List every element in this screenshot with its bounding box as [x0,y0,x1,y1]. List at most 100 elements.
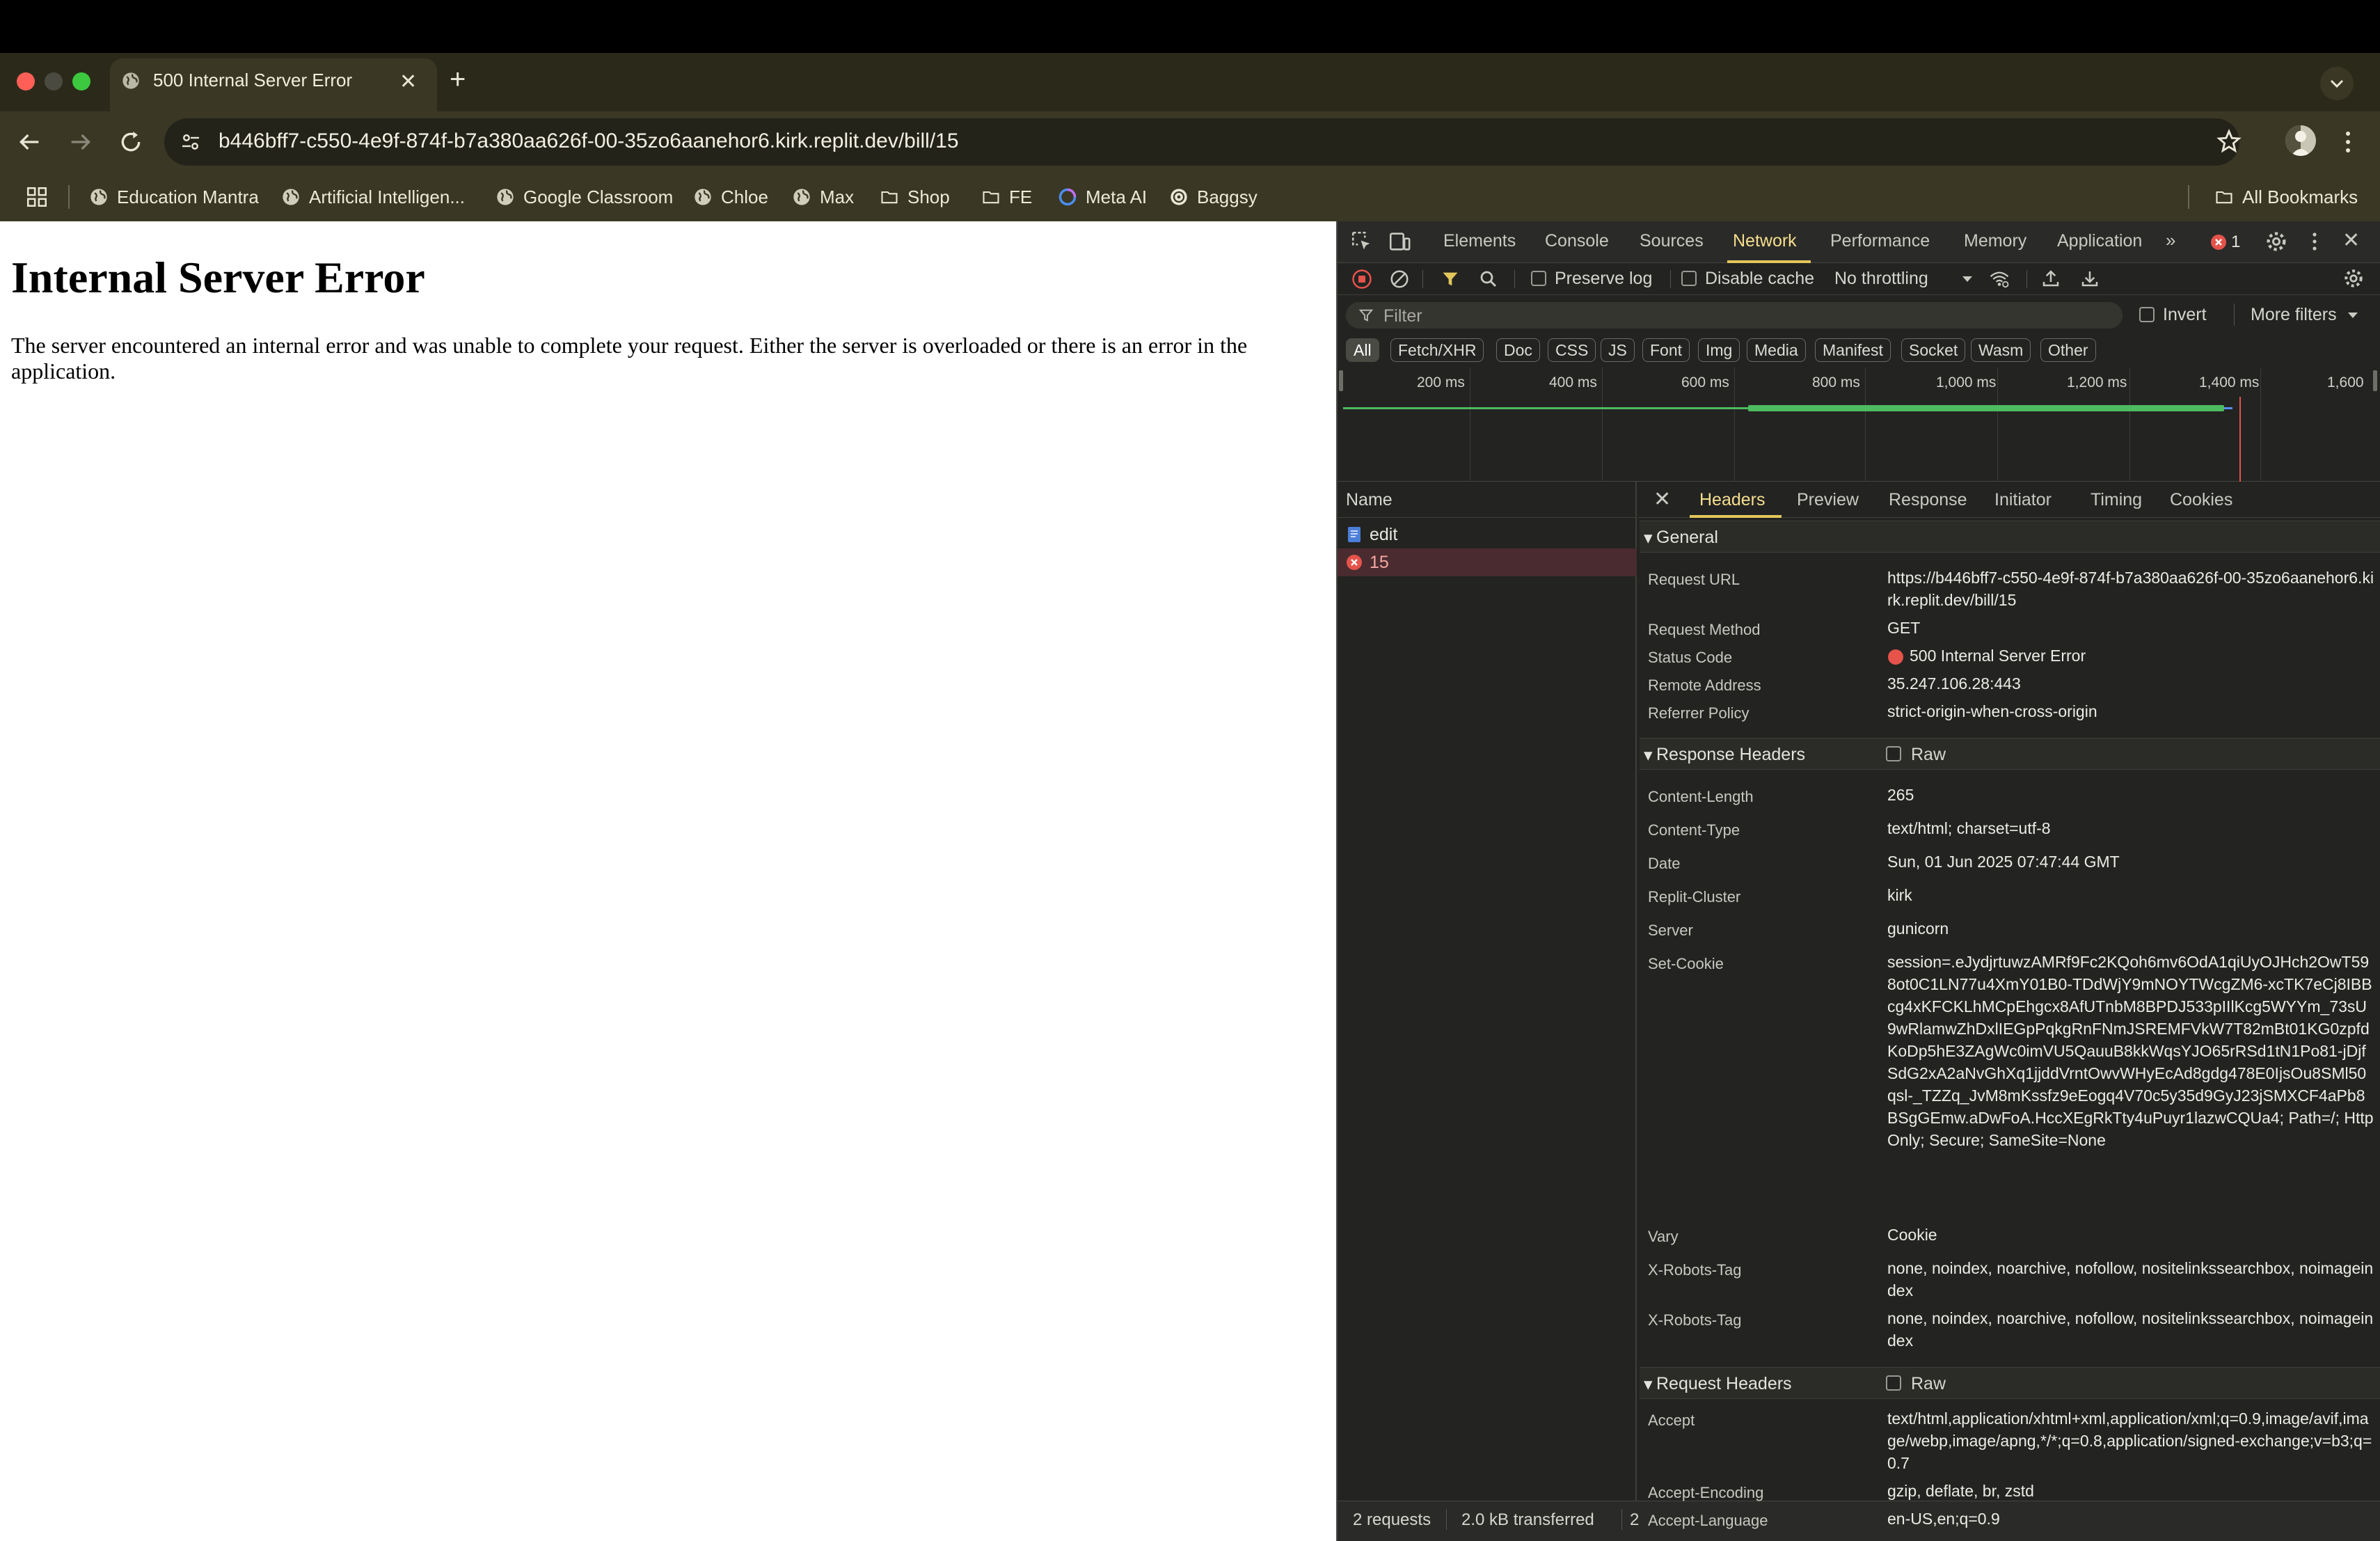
header-key: X-Robots-Tag [1648,1311,1742,1329]
globe-icon [121,71,141,90]
import-har-icon[interactable] [2040,267,2061,290]
timeline-waiting-bar [1343,407,1750,409]
filter-input[interactable] [1346,302,2123,329]
request-row-15[interactable]: 15 [1338,548,1637,576]
new-tab-button[interactable]: + [450,64,466,95]
raw-label: Raw [1911,745,1946,764]
timeline-tick-label: 1,400 ms [2199,374,2260,390]
header-key: Set-Cookie [1648,955,1724,972]
tab-network[interactable]: Network [1733,231,1797,251]
type-filter-doc[interactable]: Doc [1496,338,1540,362]
preserve-log-checkbox[interactable] [1531,271,1546,286]
network-settings-gear-icon[interactable] [2342,267,2365,290]
detail-tab-headers[interactable]: Headers [1699,490,1766,510]
type-filter-font[interactable]: Font [1642,338,1690,362]
header-value: GET [1887,619,1921,637]
type-filter-media[interactable]: Media [1747,338,1806,362]
more-tabs-icon[interactable]: » [2166,230,2175,251]
detail-tab-response[interactable]: Response [1889,490,1967,510]
type-filter-img[interactable]: Img [1698,338,1740,362]
disable-cache-checkbox[interactable] [1681,271,1697,286]
bookmark-baggsy[interactable]: Baggsy [1169,185,1258,209]
bookmark-google-classroom[interactable]: Google Classroom [495,185,673,209]
bookmark-folder-shop[interactable]: Shop [880,185,950,209]
tab-memory[interactable]: Memory [1964,231,2026,251]
filter-funnel-icon[interactable] [1441,269,1460,290]
chevron-down-icon[interactable] [1961,274,1974,284]
settings-gear-icon[interactable] [2264,230,2288,253]
detail-tab-preview[interactable]: Preview [1797,490,1859,510]
detail-tab-timing[interactable]: Timing [2091,490,2142,510]
detail-tab-initiator[interactable]: Initiator [1994,490,2052,510]
tab-elements[interactable]: Elements [1443,231,1516,251]
bookmark-education-mantra[interactable]: Education Mantra [89,185,259,209]
type-filter-manifest[interactable]: Manifest [1815,338,1891,362]
record-stop-icon[interactable] [1351,269,1372,290]
request-list [1338,482,1637,1501]
type-filter-other[interactable]: Other [2040,338,2096,362]
devtools-menu-icon[interactable] [2308,230,2322,253]
inspect-element-icon[interactable] [1350,230,1374,253]
header-key: Accept-Encoding [1648,1484,1764,1501]
timeline-left-handle[interactable] [1339,370,1343,391]
tab-search-button[interactable] [2320,67,2354,100]
throttling-select[interactable]: No throttling [1834,269,1928,289]
maximize-window-button[interactable] [72,72,90,90]
type-filter-fetch-xhr[interactable]: Fetch/XHR [1390,338,1484,362]
bookmark-meta-ai[interactable]: Meta AI [1058,185,1147,209]
bookmark-chloe[interactable]: Chloe [693,185,768,209]
close-window-button[interactable] [17,72,35,90]
device-toolbar-icon[interactable] [1388,230,1411,253]
request-row-edit[interactable]: edit [1338,521,1637,548]
bookmark-folder-fe[interactable]: FE [981,185,1032,209]
url-text[interactable]: b446bff7-c550-4e9f-874f-b7a380aa626f-00-… [219,129,959,153]
globe-icon [695,189,711,205]
tab-sources[interactable]: Sources [1640,231,1704,251]
tab-application[interactable]: Application [2057,231,2142,251]
timeline-gridline [2129,368,2130,482]
type-filter-socket[interactable]: Socket [1901,338,1966,362]
back-arrow-icon[interactable] [15,128,43,156]
name-column-header: Name [1346,490,1393,509]
profile-avatar[interactable] [2285,125,2316,156]
search-icon[interactable] [1478,269,1499,290]
bookmark-label: Google Classroom [523,186,674,207]
close-detail-icon[interactable]: ✕ [1653,487,1671,512]
timeline-tick-label: 600 ms [1681,374,1729,390]
more-filters-button[interactable]: More filters [2251,305,2337,325]
header-value: Cookie [1887,1226,1937,1244]
browser-menu-icon[interactable] [2340,128,2356,156]
bookmark-star-icon[interactable] [2216,128,2242,155]
error-count-badge[interactable]: 1 [2210,232,2240,252]
type-filter-css[interactable]: CSS [1548,338,1596,362]
raw-checkbox[interactable] [1886,746,1901,761]
type-filter-wasm[interactable]: Wasm [1971,338,2031,362]
close-devtools-icon[interactable]: ✕ [2342,228,2360,253]
error-icon [2211,235,2226,250]
apps-grid-icon[interactable] [25,185,49,209]
type-filter-js[interactable]: JS [1601,338,1635,362]
invert-checkbox[interactable] [2139,307,2155,322]
detail-tab-cookies[interactable]: Cookies [2170,490,2232,510]
header-key: Request Method [1648,621,1761,638]
site-info-icon[interactable] [178,129,203,155]
forward-arrow-icon[interactable] [67,128,95,156]
minimize-window-button[interactable] [45,72,63,90]
bookmark-max[interactable]: Max [792,185,854,209]
general-section-header[interactable] [1640,521,2380,553]
raw-checkbox[interactable] [1886,1375,1901,1391]
type-filter-all[interactable]: All [1346,338,1379,362]
all-bookmarks-button[interactable]: All Bookmarks [2214,185,2358,209]
chevron-down-icon[interactable] [2347,310,2359,320]
request-list-header[interactable]: Name [1338,482,1637,518]
timeline-tick-label: 1,000 ms [1936,374,1997,390]
network-conditions-icon[interactable] [1988,269,2011,290]
timeline-right-handle[interactable] [2373,370,2377,391]
bookmark-artificial-intelligence[interactable]: Artificial Intelligen... [281,185,465,209]
tab-console[interactable]: Console [1545,231,1609,251]
export-har-icon[interactable] [2079,267,2100,290]
tab-close-icon[interactable]: ✕ [399,70,417,94]
reload-icon[interactable] [117,128,145,156]
clear-icon[interactable] [1389,269,1410,290]
tab-performance[interactable]: Performance [1830,231,1930,251]
